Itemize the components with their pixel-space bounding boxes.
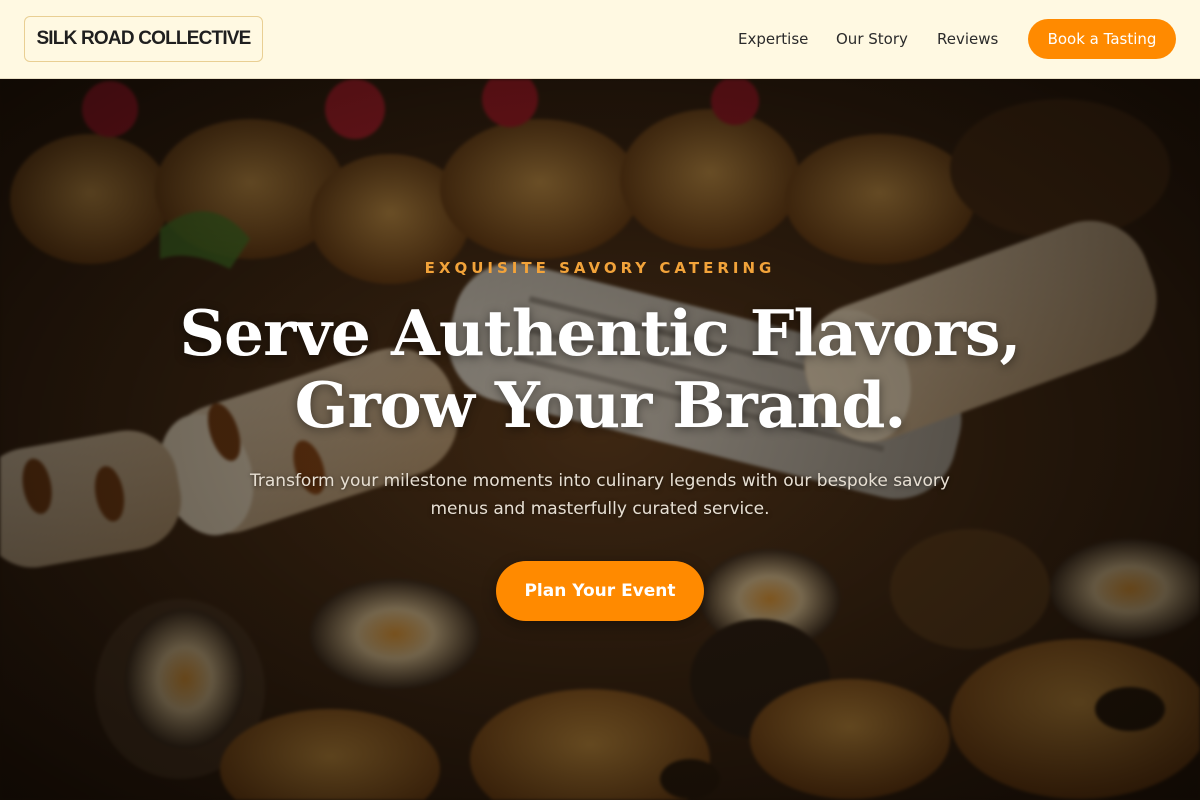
hero-section: EXQUISITE SAVORY CATERING Serve Authenti…: [0, 79, 1200, 800]
hero-subtitle: Transform your milestone moments into cu…: [250, 471, 950, 519]
nav-link-reviews[interactable]: Reviews: [937, 29, 998, 49]
hero-headline-line-2: Grow Your Brand.: [294, 368, 907, 442]
nav-link-our-story[interactable]: Our Story: [836, 29, 908, 49]
nav-link-expertise[interactable]: Expertise: [738, 29, 808, 49]
book-tasting-button[interactable]: Book a Tasting: [1028, 19, 1176, 59]
hero-headline-line-1: Serve Authentic Flavors,: [179, 296, 1022, 370]
plan-event-button[interactable]: Plan Your Event: [496, 561, 704, 621]
main-nav: Expertise Our Story Reviews Book a Tasti…: [0, 0, 1200, 79]
hero-eyebrow: EXQUISITE SAVORY CATERING: [424, 259, 776, 277]
site-header: SILK ROAD COLLECTIVE Expertise Our Story…: [0, 0, 1200, 79]
hero-headline: Serve Authentic Flavors, Grow Your Brand…: [0, 297, 1200, 441]
